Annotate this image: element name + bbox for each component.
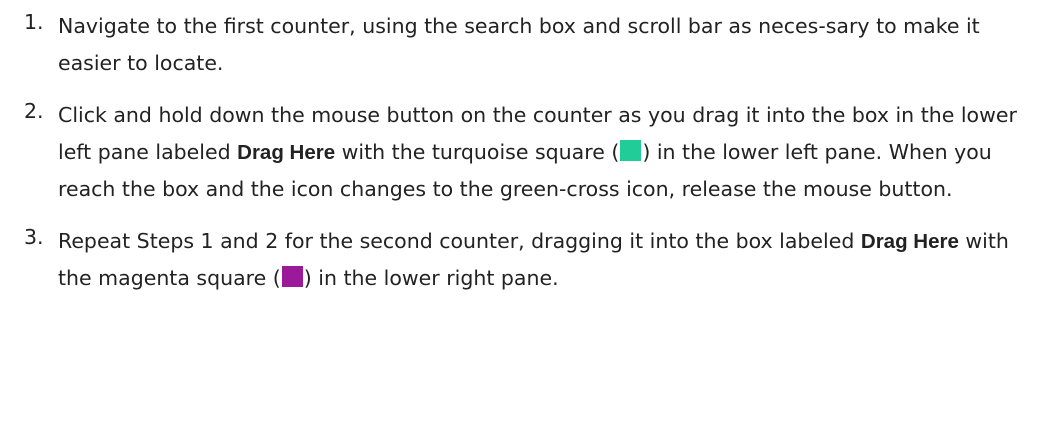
step-text: ) in the lower right pane. [303, 266, 559, 290]
step-text: Navigate to the first counter, using the… [58, 14, 980, 75]
step-text: Repeat Steps 1 and 2 for the second coun… [58, 229, 861, 253]
step-3: 3. Repeat Steps 1 and 2 for the second c… [24, 223, 1048, 297]
step-number: 3. [24, 225, 44, 249]
step-number: 1. [24, 10, 44, 34]
instruction-steps: 1. Navigate to the first counter, using … [24, 8, 1048, 297]
drag-here-label: Drag Here [860, 230, 959, 253]
drag-here-label: Drag Here [237, 141, 336, 164]
step-number: 2. [24, 99, 44, 123]
step-1: 1. Navigate to the first counter, using … [24, 8, 1048, 82]
step-2: 2. Click and hold down the mouse button … [24, 97, 1048, 208]
step-text: with the turquoise square ( [335, 140, 620, 164]
magenta-square-icon [281, 266, 303, 287]
turquoise-square-icon [620, 140, 642, 161]
